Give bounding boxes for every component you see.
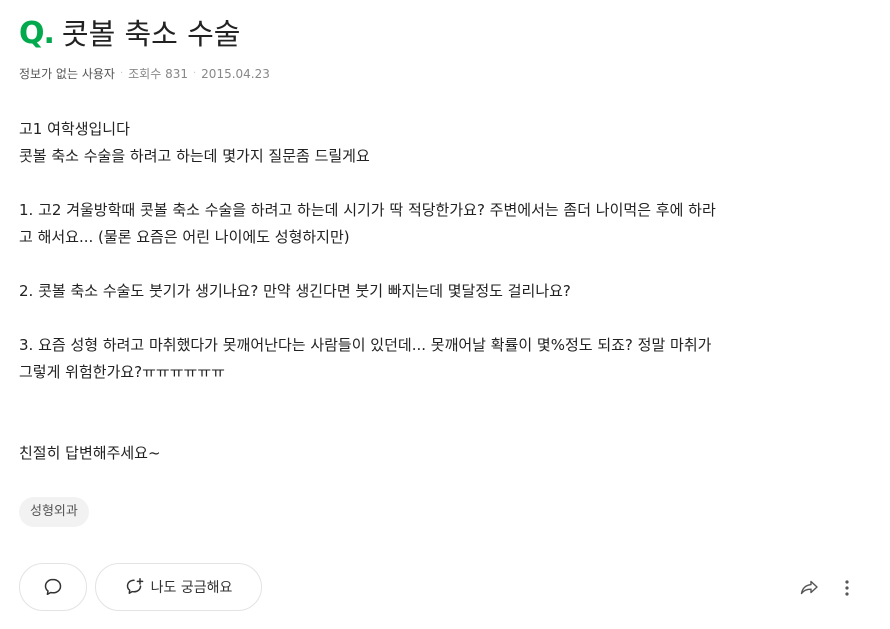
speech-bubble-icon [44, 578, 62, 596]
question-header: Q. 콧볼 축소 수술 [19, 14, 240, 54]
view-count: 조회수 831 [128, 67, 188, 81]
question-meta: 정보가 없는 사용자 · 조회수 831 · 2015.04.23 [19, 65, 270, 82]
question-title: 콧볼 축소 수술 [61, 17, 241, 51]
body-line: 고 해서요... (물론 요즘은 어린 나이에도 성형하지만) [19, 228, 350, 246]
share-arrow-icon [800, 580, 818, 595]
body-line: 2. 콧볼 축소 수술도 붓기가 생기나요? 만약 생긴다면 붓기 빠지는데 몇… [19, 282, 571, 300]
body-line: 고1 여학생입니다 [19, 120, 130, 138]
meta-separator: · [192, 68, 197, 79]
question-marker: Q. [19, 16, 55, 51]
post-date: 2015.04.23 [201, 66, 270, 81]
body-line: 1. 고2 겨울방학때 콧볼 축소 수술을 하려고 하는데 시기가 딱 적당한가… [19, 201, 716, 219]
question-body: 고1 여학생입니다 콧볼 축소 수술을 하려고 하는데 몇가지 질문좀 드릴게요… [19, 116, 859, 467]
body-blank-line [19, 386, 859, 413]
author-name[interactable]: 정보가 없는 사용자 [19, 65, 115, 82]
me-too-curious-button[interactable]: 나도 궁금해요 [95, 563, 262, 611]
question-page: Q. 콧볼 축소 수술 정보가 없는 사용자 · 조회수 831 · 2015.… [19, 0, 871, 629]
body-line: 3. 요즘 성형 하려고 마취했다가 못깨어난다는 사람들이 있던데... 못깨… [19, 336, 712, 354]
tag-chip[interactable]: 성형외과 [19, 497, 89, 527]
body-blank-line [19, 170, 859, 197]
body-line: 친절히 답변해주세요~ [19, 444, 161, 462]
body-blank-line [19, 251, 859, 278]
body-line: 콧볼 축소 수술을 하려고 하는데 몇가지 질문좀 드릴게요 [19, 147, 370, 165]
me-too-curious-label: 나도 궁금해요 [150, 580, 233, 596]
more-options-button[interactable] [837, 577, 857, 599]
comment-button[interactable] [19, 563, 87, 611]
body-blank-line [19, 413, 859, 440]
share-button[interactable] [798, 577, 820, 599]
meta-separator: · [119, 68, 124, 79]
vertical-dots-icon [845, 580, 849, 596]
body-line: 그렇게 위험한가요?ㅠㅠㅠㅠㅠㅠ [19, 363, 225, 381]
question-bubble-plus-icon [125, 577, 145, 597]
body-blank-line [19, 305, 859, 332]
